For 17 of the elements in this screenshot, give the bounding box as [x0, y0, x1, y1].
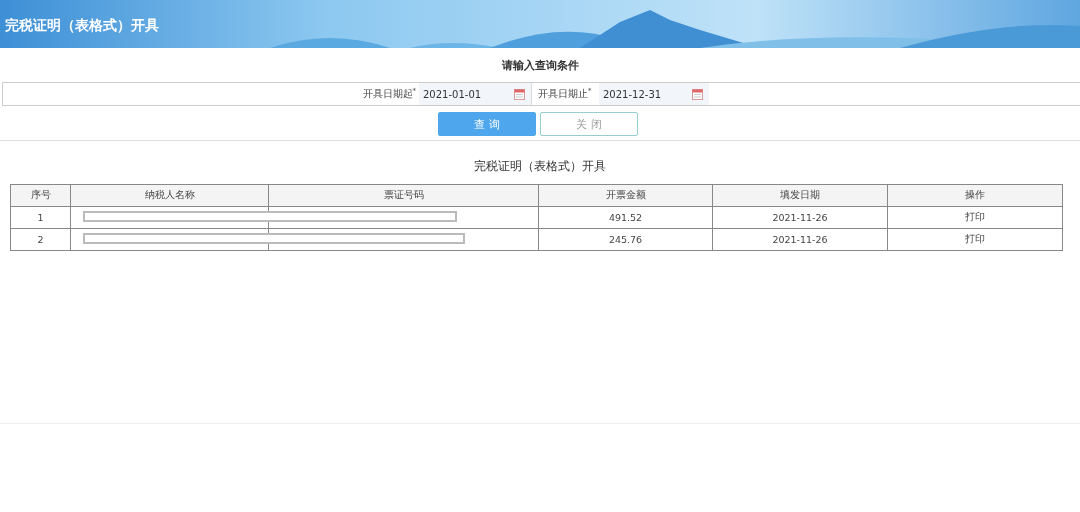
table-title: 完税证明（表格式）开具 [474, 159, 606, 173]
table-cell: 2 [10, 228, 71, 251]
query-title: 请输入查询条件 [501, 59, 579, 73]
table-cell: 491.52 [538, 206, 713, 229]
column-header: 操作 [887, 184, 1063, 207]
page-title: 完税证明（表格式）开具 [5, 17, 159, 33]
column-header: 票证号码 [268, 184, 539, 207]
table-cell: 2021-11-26 [712, 228, 888, 251]
table-cell: 245.76 [538, 228, 713, 251]
print-link[interactable]: 打印 [887, 206, 1063, 229]
print-link[interactable]: 打印 [887, 228, 1063, 251]
table-cell: 2021-11-26 [712, 206, 888, 229]
column-header: 纳税人名称 [70, 184, 269, 207]
column-header: 开票金额 [538, 184, 713, 207]
column-header: 序号 [10, 184, 71, 207]
column-header: 填发日期 [712, 184, 888, 207]
table-cell: 1 [10, 206, 71, 229]
